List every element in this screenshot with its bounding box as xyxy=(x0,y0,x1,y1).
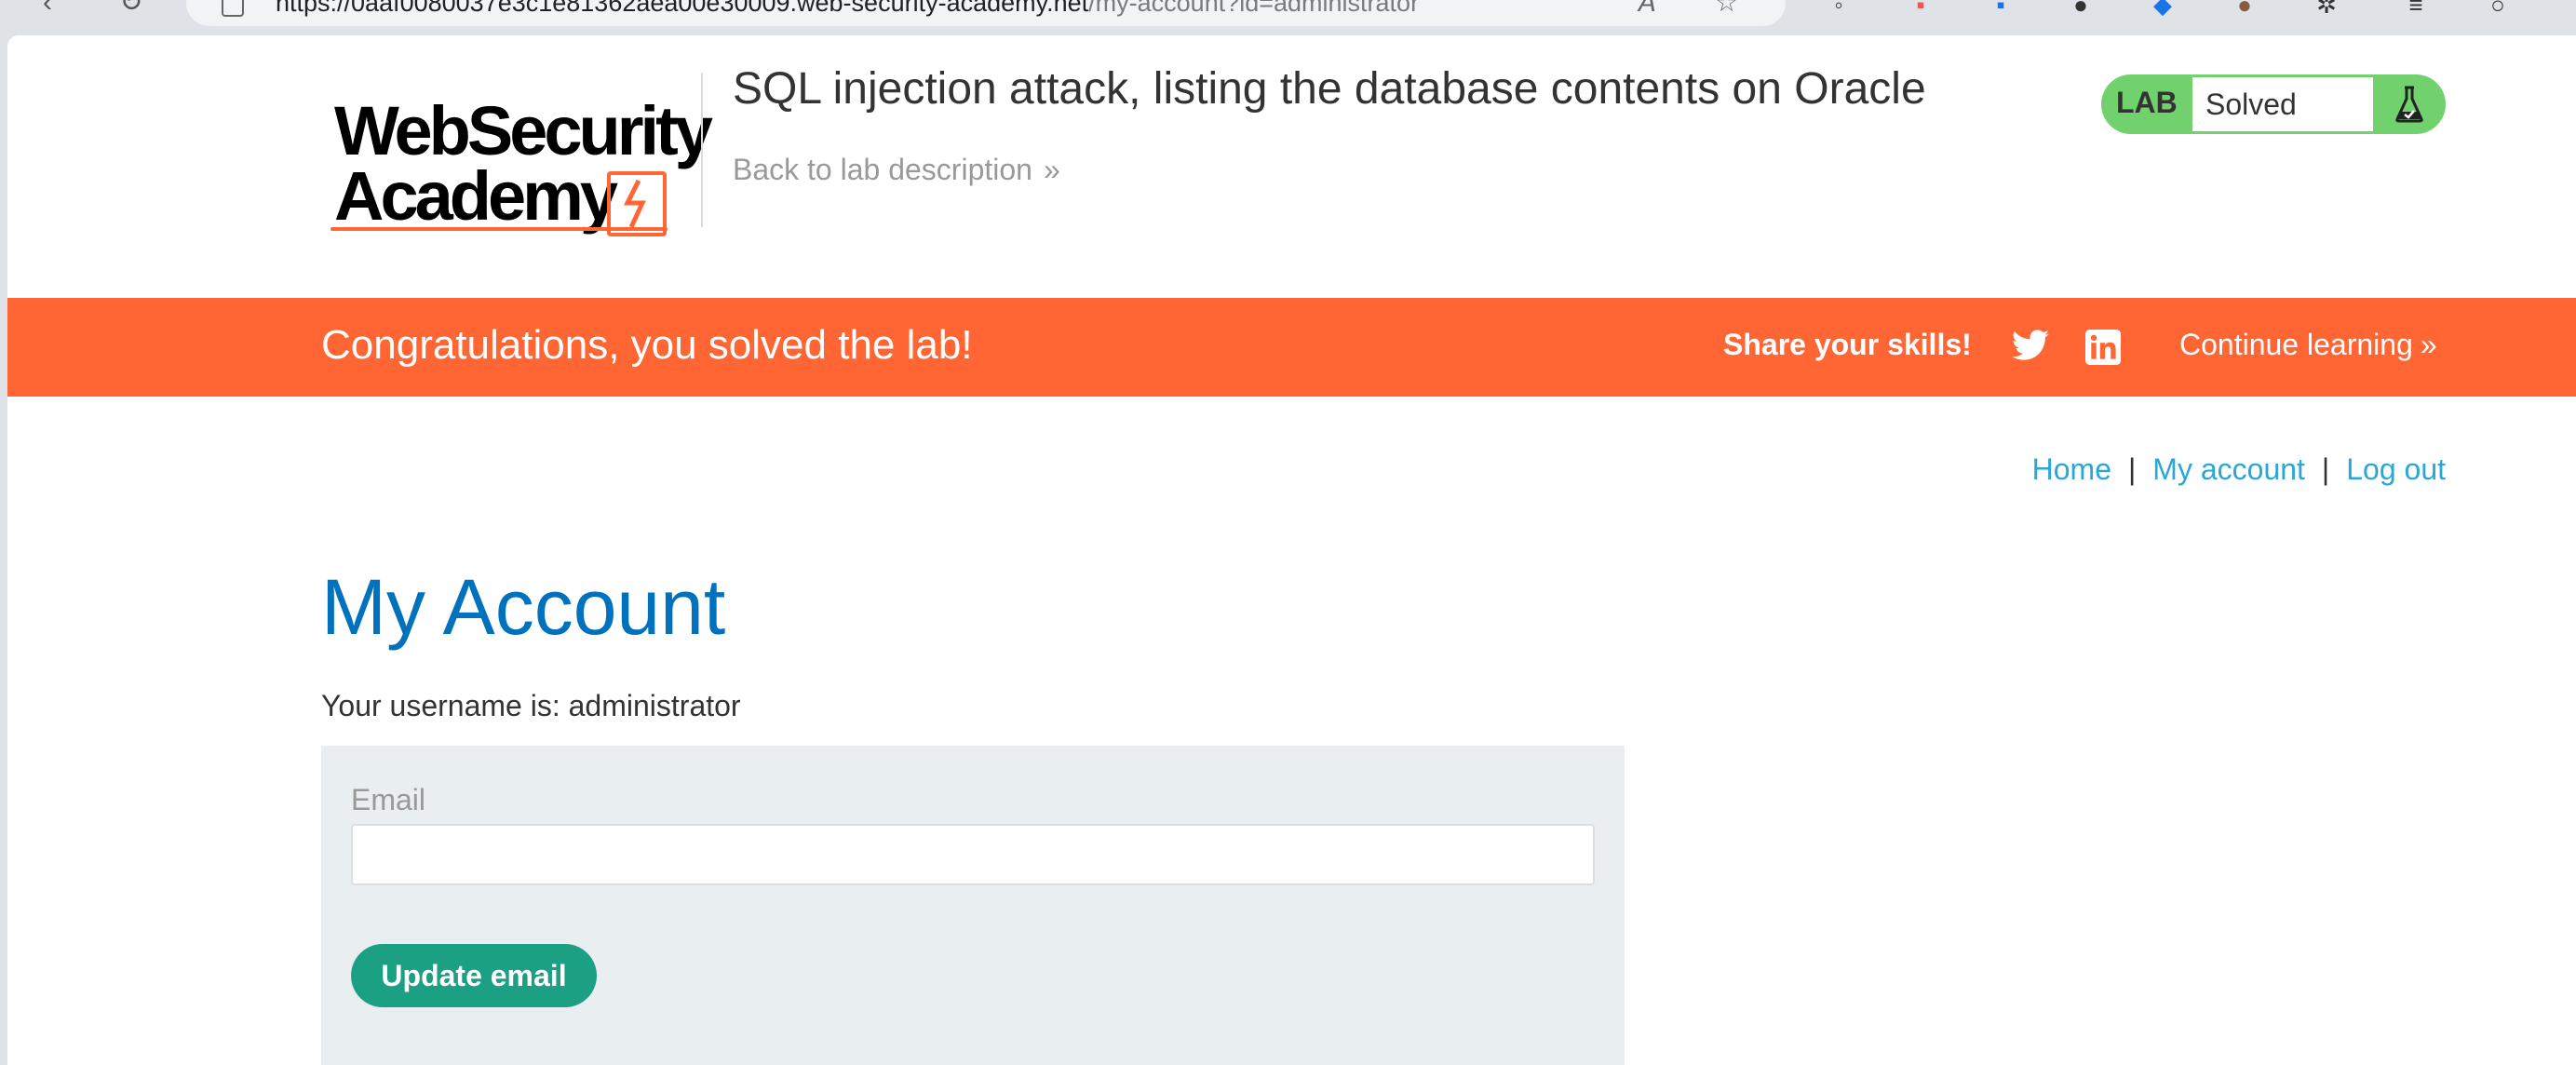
share-skills-label: Share your skills! xyxy=(1723,328,1972,361)
nav-separator: | xyxy=(2321,452,2330,486)
lab-status-text: Solved xyxy=(2192,77,2373,131)
lab-title: SQL injection attack, listing the databa… xyxy=(733,64,1926,114)
collections-icon[interactable]: ≡ xyxy=(2402,0,2430,19)
reload-icon[interactable]: ↻ xyxy=(115,0,147,19)
continue-learning-link[interactable]: Continue learning» xyxy=(2179,328,2437,362)
site-info-icon[interactable] xyxy=(222,0,244,17)
email-field[interactable] xyxy=(351,824,1595,885)
twitter-icon[interactable] xyxy=(2012,330,2049,366)
read-aloud-icon[interactable]: 𝘈 xyxy=(1639,0,1656,18)
my-account-link[interactable]: My account xyxy=(2152,452,2305,486)
banner-message: Congratulations, you solved the lab! xyxy=(321,322,973,368)
flask-icon xyxy=(2373,74,2446,134)
extension-icon[interactable]: ● xyxy=(2067,0,2095,19)
log-out-link[interactable]: Log out xyxy=(2346,452,2446,486)
back-link-label: Back to lab description xyxy=(733,153,1032,186)
logo-text-line2: Academy xyxy=(334,157,618,235)
account-nav: Home | My account | Log out xyxy=(2032,452,2446,487)
address-bar[interactable]: https://0aaf0080037e3c1e81362aea00e30009… xyxy=(186,0,1786,26)
web-security-academy-logo[interactable]: WebSecurity Academy xyxy=(323,69,714,246)
chevron-right-icon: » xyxy=(2420,328,2437,361)
username-text: Your username is: administrator xyxy=(321,689,741,722)
continue-learning-label: Continue learning xyxy=(2179,328,2413,361)
extension-icon[interactable]: ◆ xyxy=(2149,0,2177,19)
extension-icon[interactable]: ▪ xyxy=(1987,0,2015,19)
lab-status-badge: LAB Solved xyxy=(2101,74,2446,134)
url-text: https://0aaf0080037e3c1e81362aea00e30009… xyxy=(276,0,1420,17)
home-link[interactable]: Home xyxy=(2032,452,2111,486)
back-to-lab-description-link[interactable]: Back to lab description » xyxy=(733,153,1060,187)
header-divider xyxy=(701,73,703,227)
logo-text-line1: WebSecurity xyxy=(334,92,713,169)
profile-avatar[interactable]: ● xyxy=(2231,0,2259,19)
update-email-button[interactable]: Update email xyxy=(351,944,597,1007)
back-icon[interactable]: ‹ xyxy=(32,0,63,19)
page-title: My Account xyxy=(321,563,726,651)
favorite-icon[interactable]: ☆ xyxy=(1715,0,1738,18)
account-icon[interactable]: ○ xyxy=(2484,0,2512,19)
congratulations-banner: Congratulations, you solved the lab! Sha… xyxy=(7,298,2576,397)
email-label: Email xyxy=(351,783,426,816)
web-page: WebSecurity Academy SQL injection attack… xyxy=(7,35,2576,1065)
update-email-form: Email Update email xyxy=(321,746,1625,1065)
lab-badge-label: LAB xyxy=(2116,86,2178,119)
logo-underline xyxy=(330,227,668,231)
extension-icon[interactable]: ◦ xyxy=(1825,0,1853,19)
chevron-right-icon: » xyxy=(1043,153,1060,186)
linkedin-icon[interactable] xyxy=(2085,330,2121,370)
extension-icon[interactable]: ▪ xyxy=(1907,0,1935,19)
browser-toolbar: ‹ ↻ https://0aaf0080037e3c1e81362aea00e3… xyxy=(0,0,2576,35)
extensions-puzzle-icon[interactable]: ✲ xyxy=(2313,0,2340,19)
nav-separator: | xyxy=(2127,452,2137,486)
